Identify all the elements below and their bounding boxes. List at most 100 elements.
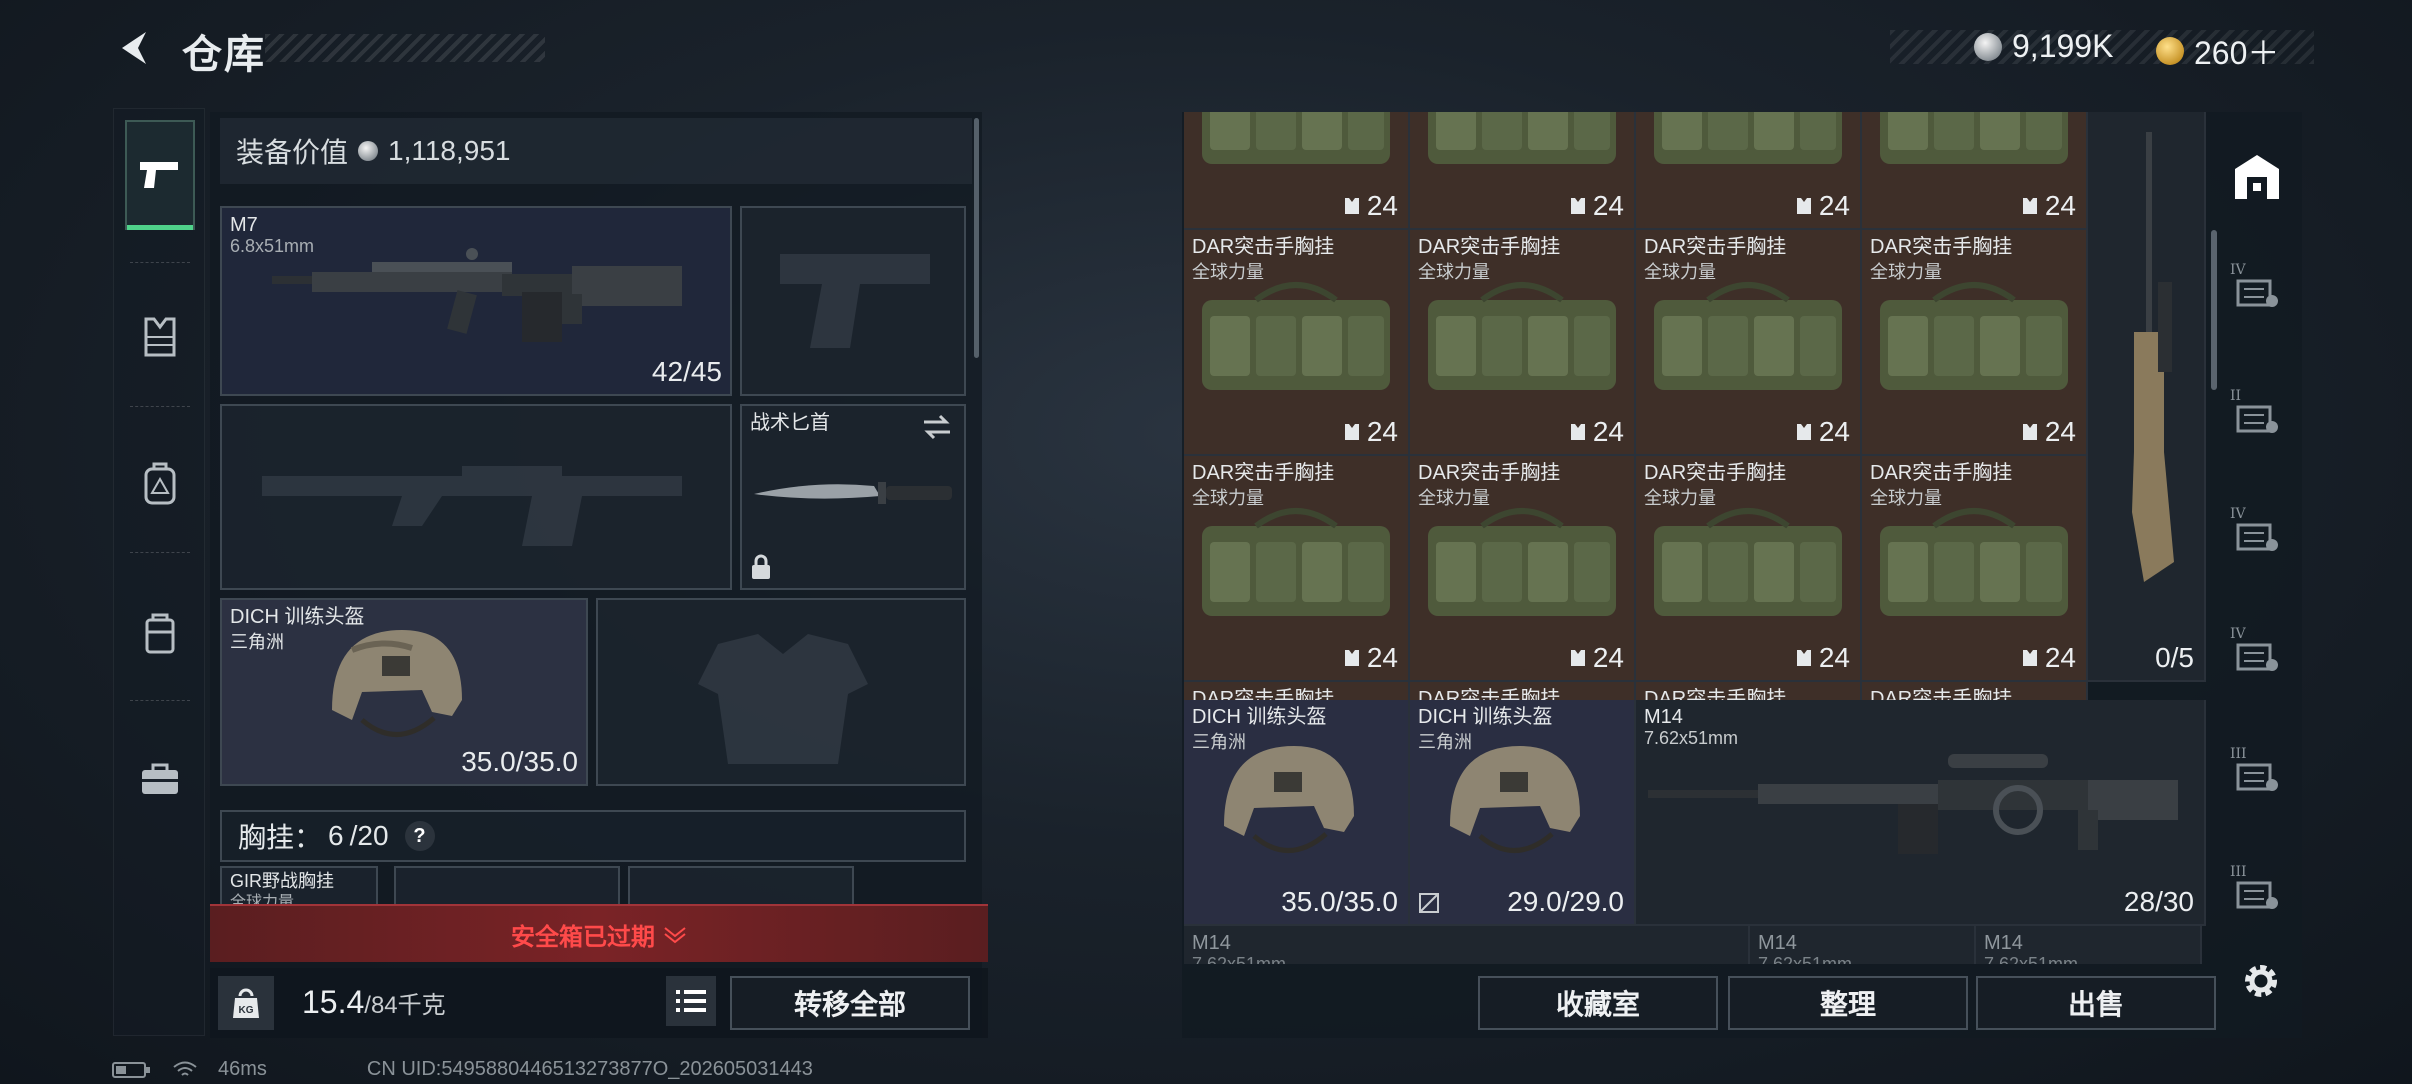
item-stack-count: 24 xyxy=(1569,642,1624,674)
helmet-slot[interactable]: DICH 训练头盔 三角洲 35.0/35.0 xyxy=(220,598,588,786)
rifle-slot-empty[interactable] xyxy=(220,404,732,590)
chest-rig-icon xyxy=(1654,282,1842,390)
currency-gold[interactable]: 260＋ xyxy=(2156,28,2279,74)
item-name: DICH 训练头盔 xyxy=(1418,706,1553,728)
stash-item-m14[interactable]: M14 7.62x51mm xyxy=(1184,926,1750,964)
tab-stash-page[interactable]: II xyxy=(2222,382,2292,452)
rifle-silhouette-icon xyxy=(262,466,682,546)
settings-button[interactable] xyxy=(2236,956,2286,1006)
stash-item-chest-rig[interactable]: DAR突击手胸挂全球力量24 xyxy=(1862,456,2088,682)
tab-stash-page[interactable]: IV xyxy=(2222,500,2292,570)
vest-icon xyxy=(2022,424,2037,440)
list-view-button[interactable] xyxy=(666,976,716,1026)
sort-button[interactable]: 整理 xyxy=(1728,976,1968,1030)
stash-item-m14[interactable]: M14 7.62x51mm 28/30 xyxy=(1636,700,2206,926)
ping-readout: 46ms xyxy=(218,1058,267,1080)
item-name: DICH 训练头盔 xyxy=(1192,706,1327,728)
sidebar-divider xyxy=(130,552,190,553)
sidebar-item-pouch[interactable] xyxy=(125,578,195,688)
stash-item-helmet[interactable]: DICH 训练头盔 三角洲 35.0/35.0 xyxy=(1184,700,1410,926)
vest-icon xyxy=(1570,424,1585,440)
help-icon[interactable]: ? xyxy=(404,821,435,851)
back-arrow-icon xyxy=(122,32,146,64)
stash-item-chest-rig[interactable]: DAR突击手胸挂全球力量24 xyxy=(1410,230,1636,456)
vest-icon xyxy=(1344,650,1359,666)
helmet-icon xyxy=(1450,746,1580,853)
item-stack-count: 24 xyxy=(1795,642,1850,674)
vest-icon xyxy=(1796,650,1811,666)
stash-item-m14[interactable]: M14 7.62x51mm xyxy=(1750,926,1976,964)
chest-rig-icon xyxy=(1202,508,1390,616)
currency-silver[interactable]: 9,199K xyxy=(1974,28,2113,65)
sidebar-item-chest-rig[interactable] xyxy=(125,282,195,392)
vest-icon xyxy=(144,317,176,357)
stash-item-helmet[interactable]: DICH 训练头盔 三角洲 29.0/29.0 xyxy=(1410,700,1636,926)
stash-item-chest-rig[interactable]: 24 xyxy=(1862,112,2088,230)
equipment-scrollbar[interactable] xyxy=(974,118,979,358)
item-stack-count: 24 xyxy=(1569,416,1624,448)
knife-icon xyxy=(754,482,952,504)
battery-icon xyxy=(112,1061,150,1078)
back-button[interactable] xyxy=(112,24,160,72)
knife-name: 战术匕首 xyxy=(750,412,830,434)
pistol-icon xyxy=(140,162,178,188)
chest-rig-pocket[interactable] xyxy=(394,866,620,906)
item-caliber: 7.62x51mm xyxy=(1984,954,2079,964)
stash-item-chest-rig[interactable]: DAR突击手胸挂全球力量24 xyxy=(1636,456,1862,682)
transfer-all-button[interactable]: 转移全部 xyxy=(730,976,970,1030)
secondary-weapon-slot[interactable] xyxy=(740,206,966,396)
title-decoration xyxy=(265,34,545,62)
stash-item-chest-rig[interactable]: 24 xyxy=(1410,112,1636,230)
stash-item-chest-rig[interactable]: DAR突击手胸挂全球力量24 xyxy=(1636,230,1862,456)
tab-stash-page[interactable]: III xyxy=(2222,858,2292,928)
pistol-silhouette-icon xyxy=(780,254,930,348)
chest-rig-pocket[interactable] xyxy=(628,866,854,906)
sidebar-item-weapons[interactable] xyxy=(125,120,195,230)
stash-scrollbar[interactable] xyxy=(2211,230,2217,390)
stash-item-sniper-rifle[interactable]: 0/5 xyxy=(2088,112,2206,682)
collection-room-button[interactable]: 收藏室 xyxy=(1478,976,1718,1030)
equipment-value-bar: 装备价值 1,118,951 xyxy=(220,118,972,184)
silver-coin-icon xyxy=(1974,32,2002,61)
safe-box-expired-banner[interactable]: 安全箱已过期 xyxy=(210,904,988,962)
category-sidebar xyxy=(113,108,205,1036)
item-caliber: 7.62x51mm xyxy=(1758,954,1853,964)
tab-level: III xyxy=(2230,864,2247,880)
chest-rig-icon xyxy=(1428,508,1616,616)
vest-icon xyxy=(1344,198,1359,214)
stash-item-chest-rig[interactable]: 24 xyxy=(1636,112,1862,230)
item-ammo: 28/30 xyxy=(2123,886,2194,917)
chest-rig-item-slot[interactable]: GIR野战胸挂 全球力量 xyxy=(220,866,378,911)
tab-stash-page[interactable]: IV xyxy=(2222,620,2292,690)
item-durability: 29.0/29.0 xyxy=(1507,886,1624,917)
tab-all-stash[interactable] xyxy=(2222,142,2292,212)
chest-rig-icon xyxy=(1880,282,2068,390)
sidebar-item-case[interactable] xyxy=(125,724,195,834)
swap-icon[interactable] xyxy=(922,414,952,440)
safe-box-message: 安全箱已过期 xyxy=(511,923,655,951)
sidebar-item-backpack[interactable] xyxy=(125,428,195,538)
silver-coin-icon xyxy=(358,141,379,161)
stash-item-chest-rig[interactable]: DAR突击手胸挂全球力量24 xyxy=(1862,230,2088,456)
stash-item-chest-rig[interactable]: 24 xyxy=(1184,112,1410,230)
sell-button[interactable]: 出售 xyxy=(1976,976,2216,1030)
equipment-value-label: 装备价值 xyxy=(236,137,349,168)
item-stack-count: 24 xyxy=(2021,416,2076,448)
stash-item-chest-rig[interactable]: DAR突击手胸挂全球力量24 xyxy=(1184,456,1410,682)
tab-stash-page[interactable]: IV xyxy=(2222,256,2292,326)
item-name: M14 xyxy=(1758,932,1797,954)
item-name: DAR突击手胸挂 xyxy=(1418,236,1561,258)
pouch-icon xyxy=(145,613,175,654)
primary-weapon-slot[interactable]: M7 6.8x51mm 42/45 xyxy=(220,206,732,396)
melee-slot[interactable]: 战术匕首 xyxy=(740,404,966,590)
tab-level: IV xyxy=(2230,506,2246,522)
tab-level: II xyxy=(2230,388,2242,404)
tab-stash-page[interactable]: III xyxy=(2222,740,2292,810)
stash-item-chest-rig[interactable]: DAR突击手胸挂全球力量24 xyxy=(1184,230,1410,456)
stash-item-m14[interactable]: M14 7.62x51mm xyxy=(1976,926,2202,964)
vest-icon xyxy=(1796,424,1811,440)
weapon-name: M7 xyxy=(230,214,258,236)
stash-item-chest-rig[interactable]: DAR突击手胸挂全球力量24 xyxy=(1410,456,1636,682)
armor-slot-empty[interactable] xyxy=(596,598,966,786)
helmet-icon xyxy=(1224,746,1354,853)
